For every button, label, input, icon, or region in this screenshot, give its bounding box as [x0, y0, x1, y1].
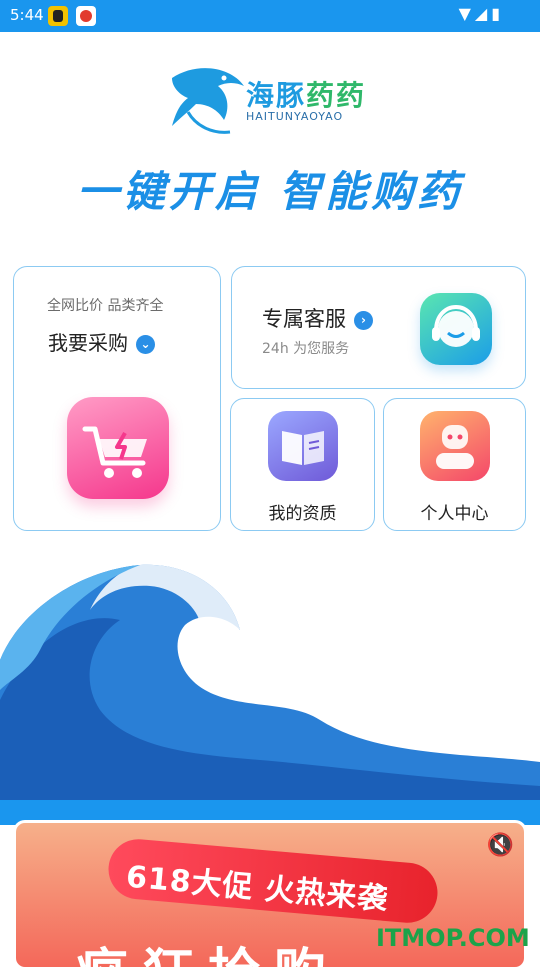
customer-service-icon	[420, 293, 492, 365]
service-title: 专属客服 ›	[262, 303, 373, 333]
mute-icon[interactable]: 🔇	[487, 833, 514, 858]
chevron-right-icon: ›	[354, 310, 373, 330]
notification-app-icon	[76, 6, 96, 26]
purchase-card[interactable]: 全网比价 品类齐全 我要采购 ⌄	[13, 266, 221, 531]
user-center-label: 个人中心	[420, 504, 489, 524]
service-subtitle: 24h 为您服务	[262, 341, 350, 357]
customer-service-card[interactable]: 专属客服 › 24h 为您服务	[231, 266, 526, 389]
brand-name: 海豚药药	[246, 79, 367, 112]
purchase-title: 我要采购 ⌄	[48, 327, 155, 356]
cart-icon	[67, 397, 169, 499]
qualification-label: 我的资质	[268, 504, 337, 524]
chevron-down-icon: ⌄	[136, 335, 155, 354]
ocean-wave-illustration	[0, 564, 540, 825]
notification-app-icon	[48, 6, 68, 26]
brand-name-en: HAITUNYAOYAO	[246, 110, 344, 123]
status-time: 5:44	[10, 6, 44, 24]
banner-big-text: 疯狂抢购	[76, 931, 340, 967]
qualification-card[interactable]: 我的资质	[230, 398, 375, 531]
slogan: 一键开启 智能购药	[76, 167, 464, 216]
purchase-subtitle: 全网比价 品类齐全	[47, 298, 164, 314]
system-status-icons: ▼◢▮	[458, 4, 504, 23]
user-center-card[interactable]: 个人中心	[383, 398, 526, 531]
status-bar: 5:44 ▼◢▮	[0, 0, 540, 32]
book-icon	[268, 411, 338, 481]
user-icon	[420, 411, 490, 481]
watermark: ITMOP.COM	[376, 924, 530, 952]
